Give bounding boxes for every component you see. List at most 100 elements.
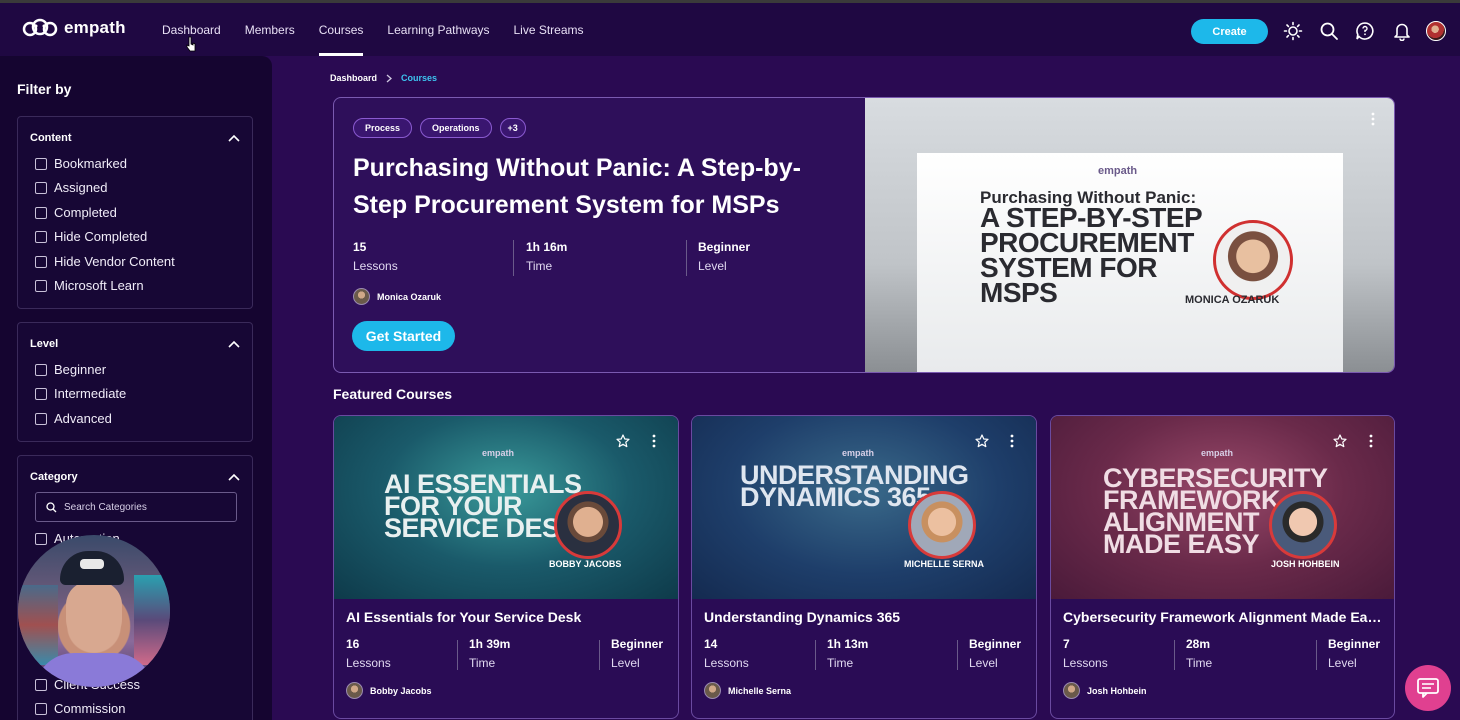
hero-title[interactable]: Purchasing Without Panic: A Step-by-Step… (353, 150, 853, 224)
stat-lessons: 16 Lessons (346, 637, 391, 670)
star-icon[interactable] (616, 434, 630, 448)
presenter-portrait (1269, 491, 1337, 559)
avatar (1063, 682, 1080, 699)
nav-learning-pathways[interactable]: Learning Pathways (375, 3, 501, 56)
checkbox[interactable] (35, 387, 47, 400)
checkbox[interactable] (35, 206, 47, 219)
presenter-portrait (908, 491, 976, 559)
thumbnail-brand: empath (842, 448, 875, 458)
hero-course-card: Process Operations +3 Purchasing Without… (333, 97, 1395, 373)
chat-icon[interactable] (1355, 21, 1375, 41)
course-author[interactable]: Josh Hohbein (1063, 682, 1147, 699)
checkbox[interactable] (35, 181, 47, 194)
category-search-placeholder: Search Categories (64, 501, 147, 513)
create-button[interactable]: Create (1191, 19, 1268, 44)
stat-time: 1h 39m Time (469, 637, 511, 670)
thumbnail-headline: A Step-by-Step Procurement System for MS… (980, 202, 1202, 308)
tag-more[interactable]: +3 (499, 118, 526, 138)
thumbnail-caption: JOSH HOHBEIN (1271, 559, 1340, 569)
filter-category-commission[interactable]: Commission (35, 701, 126, 716)
presenter-portrait (554, 491, 622, 559)
breadcrumb-dashboard[interactable]: Dashboard (330, 73, 377, 83)
chevron-up-icon[interactable] (228, 340, 240, 348)
course-card[interactable]: empath Understanding Dynamics 365 MICHEL… (691, 415, 1037, 719)
stat-level: Beginner Level (698, 240, 751, 273)
filter-beginner[interactable]: Beginner (35, 362, 106, 377)
kebab-icon[interactable] (1371, 112, 1375, 126)
search-icon (46, 501, 57, 512)
avatar (704, 682, 721, 699)
filter-completed[interactable]: Completed (35, 205, 117, 220)
chevron-up-icon[interactable] (228, 134, 240, 142)
chat-bubble-icon (1417, 678, 1439, 698)
kebab-icon[interactable] (1010, 434, 1014, 448)
checkbox[interactable] (35, 412, 47, 425)
filter-advanced[interactable]: Advanced (35, 411, 112, 426)
checkbox[interactable] (35, 363, 47, 376)
stat-lessons: 15 Lessons (353, 240, 398, 273)
stat-level: Beginner Level (611, 637, 664, 670)
stat-level: Beginner Level (969, 637, 1022, 670)
checkbox[interactable] (35, 157, 47, 170)
filter-content-heading: Content (30, 132, 72, 144)
bell-icon[interactable] (1392, 21, 1412, 41)
thumbnail-headline: Understanding Dynamics 365 (740, 460, 969, 512)
filter-level-section: Level Beginner Intermediate Advanced (17, 322, 253, 442)
featured-courses-title: Featured Courses (333, 386, 453, 402)
empath-logo-icon (22, 18, 58, 37)
top-bar: empath Dashboard Members Courses Learnin… (0, 0, 1460, 56)
course-stats: 14 Lessons 1h 13m Time Beginner Level (704, 637, 1021, 670)
checkbox[interactable] (35, 255, 47, 268)
nav-members[interactable]: Members (233, 3, 307, 56)
filter-assigned[interactable]: Assigned (35, 180, 107, 195)
filter-category-heading: Category (30, 471, 78, 483)
category-search-input[interactable]: Search Categories (35, 492, 237, 522)
hero-thumbnail[interactable]: empath Purchasing Without Panic: A Step-… (865, 98, 1394, 372)
theme-sun-icon[interactable] (1283, 21, 1303, 41)
checkbox[interactable] (35, 702, 47, 715)
filter-hide-completed[interactable]: Hide Completed (35, 229, 147, 244)
mouse-pointer-icon (186, 36, 196, 52)
checkbox[interactable] (35, 279, 47, 292)
course-title[interactable]: AI Essentials for Your Service Desk (346, 609, 674, 625)
kebab-icon[interactable] (652, 434, 656, 448)
search-icon[interactable] (1319, 21, 1339, 41)
chevron-up-icon[interactable] (228, 473, 240, 481)
kebab-icon[interactable] (1369, 434, 1373, 448)
course-author[interactable]: Michelle Serna (704, 682, 791, 699)
nav-live-streams[interactable]: Live Streams (502, 3, 596, 56)
checkbox[interactable] (35, 230, 47, 243)
avatar (353, 288, 370, 305)
main-nav: Dashboard Members Courses Learning Pathw… (150, 3, 596, 56)
course-card[interactable]: empath Cybersecurity Framework Alignment… (1050, 415, 1395, 719)
user-avatar[interactable] (1426, 21, 1446, 41)
star-icon[interactable] (1333, 434, 1347, 448)
filter-hide-vendor-content[interactable]: Hide Vendor Content (35, 254, 175, 269)
hero-author[interactable]: Monica Ozaruk (353, 288, 441, 305)
filter-level-heading: Level (30, 338, 59, 350)
tag-process[interactable]: Process (353, 118, 413, 138)
thumbnail-caption: MICHELLE SERNA (904, 559, 985, 569)
thumbnail-brand: empath (482, 448, 515, 458)
course-card[interactable]: empath AI Essentials for Your Service De… (333, 415, 679, 719)
filter-intermediate[interactable]: Intermediate (35, 386, 126, 401)
nav-courses[interactable]: Courses (307, 3, 376, 56)
course-author[interactable]: Bobby Jacobs (346, 682, 432, 699)
breadcrumb-courses: Courses (401, 73, 438, 83)
tag-operations[interactable]: Operations (420, 118, 492, 138)
star-icon[interactable] (975, 434, 989, 448)
support-chat-button[interactable] (1405, 665, 1451, 711)
stat-level: Beginner Level (1328, 637, 1381, 670)
stat-lessons: 7 Lessons (1063, 637, 1108, 670)
filter-bookmarked[interactable]: Bookmarked (35, 156, 127, 171)
course-title[interactable]: Cybersecurity Framework Alignment Made E… (1063, 609, 1383, 625)
brand-logo[interactable]: empath (22, 17, 126, 39)
filter-microsoft-learn[interactable]: Microsoft Learn (35, 278, 144, 293)
filter-content-section: Content Bookmarked Assigned Completed Hi… (17, 116, 253, 309)
checkbox[interactable] (35, 532, 47, 545)
get-started-button[interactable]: Get Started (352, 321, 455, 351)
thumbnail-brand: empath (1098, 165, 1138, 177)
brand-name: empath (64, 18, 126, 37)
course-title[interactable]: Understanding Dynamics 365 (704, 609, 1032, 625)
stat-time: 28m Time (1186, 637, 1213, 670)
